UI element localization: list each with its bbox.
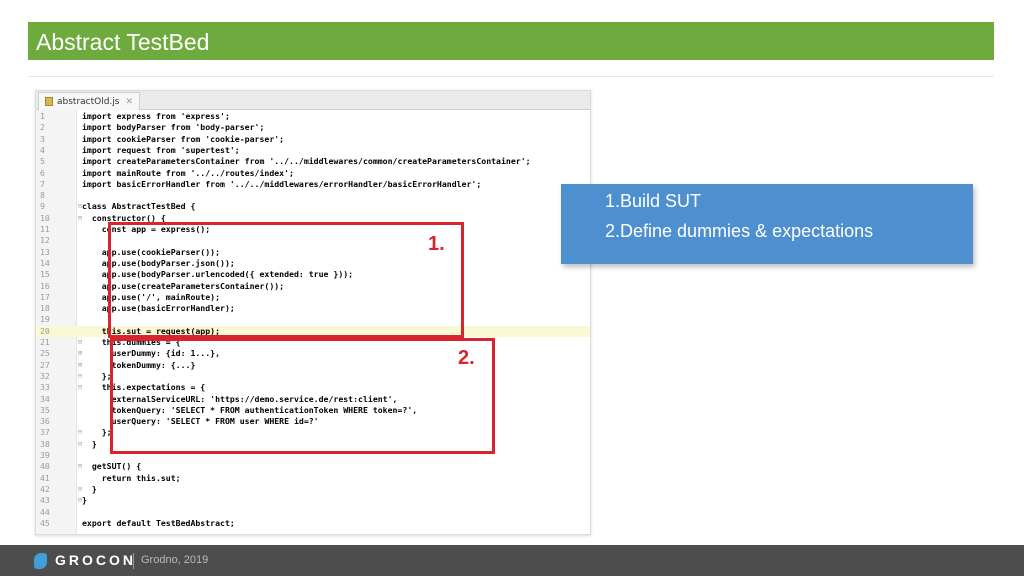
code-line: 42 ⊟ }: [36, 484, 590, 495]
editor-tab-bar: abstractOld.js ✕: [36, 91, 590, 110]
line-number: 16: [40, 280, 50, 291]
code-text: export default TestBedAbstract;: [82, 517, 235, 528]
code-text: }: [82, 483, 97, 494]
line-number: 25: [40, 348, 50, 359]
line-number: 40: [40, 461, 50, 472]
line-number: 7: [40, 178, 45, 189]
code-line: 6 import mainRoute from '../../routes/ind…: [36, 168, 590, 179]
code-text: }: [82, 495, 87, 506]
line-number: 44: [40, 506, 50, 517]
code-text: import createParametersContainer from '.…: [82, 156, 531, 167]
code-line: 43 ⊟}: [36, 495, 590, 506]
code-text: import cookieParser from 'cookie-parser'…: [82, 133, 285, 144]
line-number: 1: [40, 111, 45, 121]
line-number: 37: [40, 427, 50, 438]
code-line: 9 ⊟ class AbstractTestBed {: [36, 201, 590, 212]
title-divider: [28, 76, 994, 77]
code-line: 45 export default TestBedAbstract;: [36, 518, 590, 529]
callout-box: 1.Build SUT 2.Define dummies & expectati…: [561, 184, 973, 264]
line-number: 20: [40, 325, 50, 336]
footer-bar: GROCON Grodno, 2019: [0, 545, 1024, 576]
annotation-label-1: 1.: [428, 233, 445, 255]
code-line: 4 import request from 'supertest';: [36, 145, 590, 156]
line-number: 11: [40, 224, 50, 234]
line-number: 9: [40, 201, 45, 212]
line-number: 2: [40, 122, 45, 133]
code-text: class AbstractTestBed {: [82, 201, 196, 212]
line-number: 42: [40, 483, 50, 494]
grocon-logo-icon: [34, 553, 47, 569]
editor-tab-label: abstractOld.js: [57, 96, 120, 107]
code-line: 2 import bodyParser from 'body-parser';: [36, 122, 590, 133]
annotation-box-1: [108, 222, 464, 338]
line-number: 18: [40, 303, 50, 314]
callout-item-dummies: 2.Define dummies & expectations: [605, 221, 874, 241]
line-number: 4: [40, 144, 45, 155]
code-text: import basicErrorHandler from '../../mid…: [82, 178, 482, 189]
close-icon[interactable]: ✕: [126, 97, 134, 107]
code-text: };: [82, 370, 112, 381]
footer-brand: GROCON: [55, 552, 136, 568]
line-number: 8: [40, 190, 45, 201]
code-text: import express from 'express';: [82, 111, 230, 121]
line-number: 3: [40, 133, 45, 144]
line-number: 15: [40, 269, 50, 280]
line-number: 39: [40, 450, 50, 460]
code-line: 40 ⊟ getSUT() {: [36, 461, 590, 472]
code-text: import request from 'supertest';: [82, 144, 240, 155]
line-number: 33: [40, 382, 50, 393]
line-number: 12: [40, 235, 50, 246]
code-text: import mainRoute from '../../routes/inde…: [82, 167, 294, 178]
code-text: getSUT() {: [82, 461, 142, 472]
footer-subtitle: Grodno, 2019: [141, 554, 209, 566]
line-number: 35: [40, 404, 50, 415]
line-number: 36: [40, 416, 50, 427]
line-number: 34: [40, 393, 50, 404]
callout-item-build-sut: 1.Build SUT: [605, 191, 702, 211]
line-number: 13: [40, 246, 50, 257]
code-line: 7 import basicErrorHandler from '../../mi…: [36, 179, 590, 190]
code-line: 8: [36, 190, 590, 201]
line-number: 17: [40, 291, 50, 302]
line-number: 41: [40, 472, 50, 483]
editor-tab[interactable]: abstractOld.js ✕: [38, 92, 141, 110]
code-line: 44: [36, 507, 590, 518]
annotation-label-2: 2.: [458, 347, 475, 369]
code-line: 1 import express from 'express';: [36, 111, 590, 122]
slide-title: Abstract TestBed: [36, 29, 210, 55]
line-number: 19: [40, 314, 50, 325]
line-number: 6: [40, 167, 45, 178]
line-number: 27: [40, 359, 50, 370]
code-line: 5 import createParametersContainer from '…: [36, 156, 590, 167]
code-line: 41 return this.sut;: [36, 473, 590, 484]
slide-title-bar: Abstract TestBed: [28, 22, 994, 60]
line-number: 21: [40, 337, 50, 347]
annotation-box-2: [110, 338, 495, 454]
code-line: 3 import cookieParser from 'cookie-parser…: [36, 134, 590, 145]
code-text: import bodyParser from 'body-parser';: [82, 122, 265, 133]
line-number: 10: [40, 212, 50, 223]
line-number: 43: [40, 495, 50, 506]
code-text: return this.sut;: [82, 472, 181, 483]
line-number: 14: [40, 257, 50, 268]
line-number: 38: [40, 438, 50, 449]
js-file-icon: [45, 97, 53, 106]
line-number: 45: [40, 517, 50, 528]
line-number: 5: [40, 156, 45, 167]
footer-divider: [133, 553, 134, 569]
line-number: 32: [40, 370, 50, 381]
code-text: }: [82, 438, 97, 449]
code-text: };: [82, 427, 112, 438]
